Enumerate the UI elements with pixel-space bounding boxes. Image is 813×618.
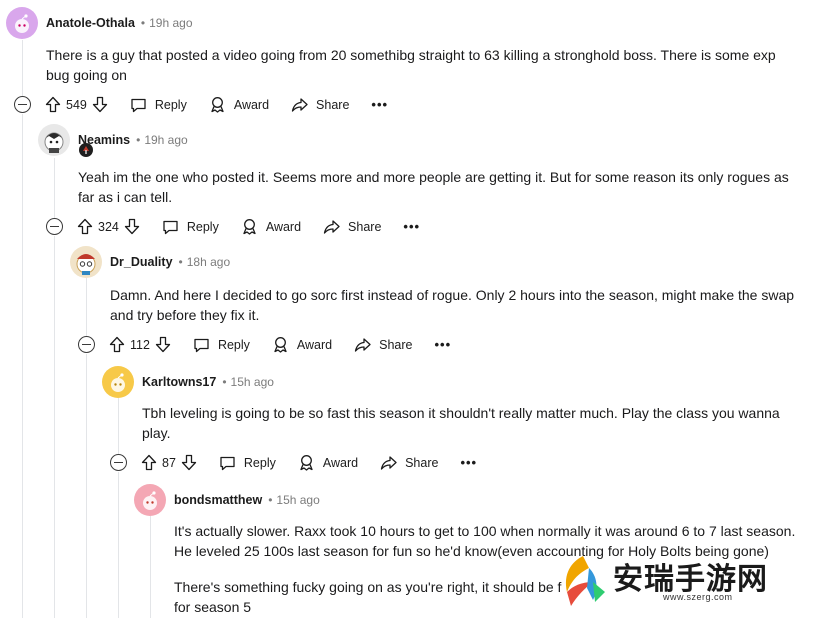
snoo-icon bbox=[143, 491, 157, 510]
upvote-icon[interactable] bbox=[141, 454, 157, 471]
thread-line bbox=[86, 278, 87, 338]
timestamp[interactable]: 19h ago bbox=[144, 133, 187, 147]
upvote-icon[interactable] bbox=[45, 96, 61, 113]
avatar[interactable] bbox=[6, 7, 38, 39]
vote-count: 112 bbox=[130, 337, 150, 352]
comment-bubble-icon bbox=[194, 338, 209, 352]
separator-dot: • bbox=[136, 133, 141, 147]
timestamp[interactable]: 18h ago bbox=[187, 255, 230, 269]
more-options-button[interactable]: ••• bbox=[460, 455, 477, 470]
watermark-logo: 安瑞手游网 www.szerg.com bbox=[553, 552, 803, 610]
thread-line bbox=[150, 516, 151, 618]
timestamp[interactable]: 19h ago bbox=[149, 16, 192, 30]
share-button[interactable]: Share bbox=[380, 455, 438, 471]
collapse-button[interactable] bbox=[14, 96, 31, 113]
vote-count: 87 bbox=[162, 455, 176, 470]
vote-group: 549 bbox=[45, 96, 108, 113]
share-icon bbox=[380, 455, 397, 470]
collapse-button[interactable] bbox=[78, 336, 95, 353]
username[interactable]: bondsmatthew bbox=[174, 493, 262, 507]
thread-line bbox=[54, 236, 55, 618]
share-icon bbox=[354, 337, 371, 352]
reply-button[interactable]: Reply bbox=[219, 455, 276, 471]
snoo-icon bbox=[111, 373, 125, 392]
username[interactable]: Dr_Duality bbox=[110, 255, 173, 269]
vote-group: 87 bbox=[141, 454, 197, 471]
comment-actions: 112 Reply Award Share ••• bbox=[78, 336, 451, 353]
thread-line bbox=[54, 158, 55, 220]
snoo-avatar-icon bbox=[76, 254, 96, 275]
avatar[interactable] bbox=[70, 246, 102, 278]
award-button[interactable]: Award bbox=[272, 336, 332, 353]
vote-count: 324 bbox=[98, 219, 119, 234]
award-icon bbox=[300, 455, 313, 471]
award-button[interactable]: Award bbox=[209, 96, 269, 113]
downvote-icon[interactable] bbox=[181, 454, 197, 471]
thread-line bbox=[118, 472, 119, 618]
comment-bubble-icon bbox=[163, 220, 178, 234]
vote-group: 324 bbox=[77, 218, 140, 235]
comment-actions: 87 Reply Award Share ••• bbox=[110, 454, 477, 471]
username[interactable]: Karltowns17 bbox=[142, 375, 216, 389]
thread-line bbox=[22, 40, 23, 98]
thread-line bbox=[86, 354, 87, 618]
comment-actions: 324 Reply Award Share ••• bbox=[46, 218, 420, 235]
character-avatar-icon bbox=[44, 132, 64, 153]
share-button[interactable]: Share bbox=[291, 97, 349, 113]
comment-bubble-icon bbox=[220, 456, 235, 470]
separator-dot: • bbox=[140, 16, 146, 30]
more-options-button[interactable]: ••• bbox=[371, 97, 388, 112]
more-options-button[interactable]: ••• bbox=[403, 219, 420, 234]
award-icon bbox=[211, 97, 224, 113]
award-icon bbox=[274, 337, 287, 353]
award-icon bbox=[243, 219, 256, 235]
downvote-icon[interactable] bbox=[124, 218, 140, 235]
upvote-icon[interactable] bbox=[109, 336, 125, 353]
downvote-icon[interactable] bbox=[155, 336, 171, 353]
comment-body: Damn. And here I decided to go sorc firs… bbox=[110, 287, 795, 323]
snoo-icon bbox=[15, 14, 29, 33]
avatar[interactable] bbox=[102, 366, 134, 398]
more-options-button[interactable]: ••• bbox=[434, 337, 451, 352]
share-button[interactable]: Share bbox=[354, 337, 412, 353]
comment-actions: 549 Reply Award Share ••• bbox=[14, 96, 388, 113]
share-icon bbox=[323, 219, 340, 234]
reply-button[interactable]: Reply bbox=[162, 219, 219, 235]
avatar[interactable] bbox=[38, 124, 70, 156]
share-icon bbox=[291, 97, 308, 112]
comment-body: Tbh leveling is going to be so fast this… bbox=[142, 405, 780, 441]
collapse-button[interactable] bbox=[46, 218, 63, 235]
reply-button[interactable]: Reply bbox=[130, 97, 187, 113]
comment-bubble-icon bbox=[131, 98, 146, 112]
thread-line bbox=[118, 398, 119, 456]
award-button[interactable]: Award bbox=[298, 454, 358, 471]
user-flair-icon bbox=[79, 143, 93, 157]
separator-dot: • bbox=[222, 375, 227, 389]
username[interactable]: Anatole-Othala bbox=[46, 16, 135, 30]
vote-count: 549 bbox=[66, 97, 87, 112]
vote-group: 112 bbox=[109, 336, 171, 353]
share-button[interactable]: Share bbox=[323, 219, 381, 235]
upvote-icon[interactable] bbox=[77, 218, 93, 235]
separator-dot: • bbox=[268, 493, 273, 507]
thread-line bbox=[22, 114, 23, 618]
avatar[interactable] bbox=[134, 484, 166, 516]
logo-mark-icon bbox=[565, 556, 605, 606]
timestamp[interactable]: 15h ago bbox=[231, 375, 274, 389]
collapse-button[interactable] bbox=[110, 454, 127, 471]
comment-body: Yeah im the one who posted it. Seems mor… bbox=[78, 169, 789, 205]
timestamp[interactable]: 15h ago bbox=[276, 493, 319, 507]
separator-dot: • bbox=[178, 255, 183, 269]
reply-button[interactable]: Reply bbox=[193, 337, 250, 353]
award-button[interactable]: Award bbox=[241, 218, 301, 235]
downvote-icon[interactable] bbox=[92, 96, 108, 113]
comment-body: There is a guy that posted a video going… bbox=[46, 47, 776, 83]
